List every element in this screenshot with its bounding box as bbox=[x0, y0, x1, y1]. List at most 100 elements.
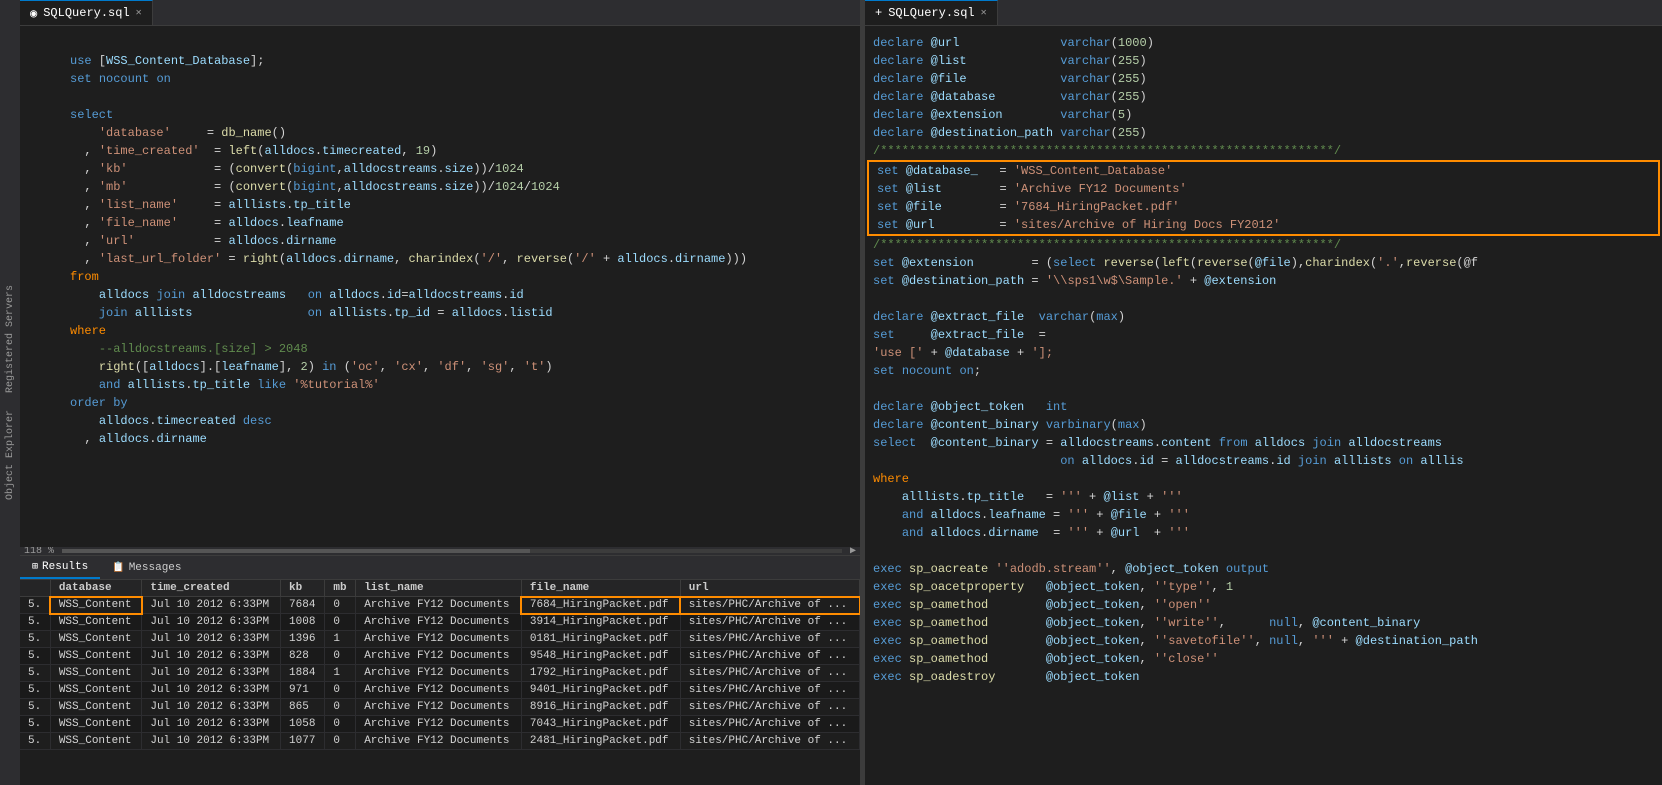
code-line: exec sp_oacetproperty @object_token, ''t… bbox=[865, 578, 1662, 596]
right-tab-pin: + bbox=[875, 6, 882, 20]
code-line: declare @extension varchar(5) bbox=[865, 106, 1662, 124]
code-line: and alllists.tp_title like '%tutorial%' bbox=[20, 376, 860, 394]
table-row[interactable]: 5.WSS_ContentJul 10 2012 6:33PM10580Arch… bbox=[20, 716, 860, 733]
code-line: declare @file varchar(255) bbox=[865, 70, 1662, 88]
code-line: , 'url' = alldocs.dirname bbox=[20, 232, 860, 250]
code-line: right([alldocs].[leafname], 2) in ('oc',… bbox=[20, 358, 860, 376]
table-row[interactable]: 5.WSS_ContentJul 10 2012 6:33PM9710Archi… bbox=[20, 682, 860, 699]
left-code-area[interactable]: use [WSS_Content_Database]; set nocount … bbox=[20, 26, 860, 547]
results-table-wrapper[interactable]: database time_created kb mb list_name fi… bbox=[20, 580, 860, 785]
right-pane: + SQLQuery.sql ✕ declare @url varchar(10… bbox=[865, 0, 1662, 785]
left-code-wrapper: use [WSS_Content_Database]; set nocount … bbox=[20, 26, 860, 555]
main-container: Registered Servers Object Explorer ◉ SQL… bbox=[0, 0, 1662, 785]
left-tab-label: SQLQuery.sql bbox=[43, 6, 129, 20]
code-line: where bbox=[865, 470, 1662, 488]
code-line bbox=[865, 290, 1662, 308]
code-line: declare @destination_path varchar(255) bbox=[865, 124, 1662, 142]
code-line: and alldocs.dirname = ''' + @url + ''' bbox=[865, 524, 1662, 542]
left-tab-active[interactable]: ◉ SQLQuery.sql ✕ bbox=[20, 0, 153, 25]
right-tab-close[interactable]: ✕ bbox=[981, 7, 987, 19]
code-line: , 'kb' = (convert(bigint,alldocstreams.s… bbox=[20, 160, 860, 178]
col-rownum bbox=[20, 580, 50, 597]
code-line: set @file = '7684_HiringPacket.pdf' bbox=[869, 198, 1658, 216]
code-line: declare @list varchar(255) bbox=[865, 52, 1662, 70]
col-database: database bbox=[50, 580, 142, 597]
table-row[interactable]: 5.WSS_ContentJul 10 2012 6:33PM13961Arch… bbox=[20, 631, 860, 648]
col-kb: kb bbox=[281, 580, 325, 597]
results-table: database time_created kb mb list_name fi… bbox=[20, 580, 860, 750]
code-line: declare @database varchar(255) bbox=[865, 88, 1662, 106]
tab-pin-icon: ◉ bbox=[30, 6, 37, 21]
table-row[interactable]: 5.WSS_ContentJul 10 2012 6:33PM18841Arch… bbox=[20, 665, 860, 682]
code-line bbox=[20, 88, 860, 106]
code-line: set nocount on bbox=[20, 70, 860, 88]
code-line: use [WSS_Content_Database]; bbox=[20, 52, 860, 70]
highlight-box-right: set @database_ = 'WSS_Content_Database' … bbox=[867, 160, 1660, 236]
code-line: --alldocstreams.[size] > 2048 bbox=[20, 340, 860, 358]
code-line: , 'time_created' = left(alldocs.timecrea… bbox=[20, 142, 860, 160]
table-row[interactable]: 5.WSS_ContentJul 10 2012 6:33PM8280Archi… bbox=[20, 648, 860, 665]
code-line: set @destination_path = '\\sps1\w$\Sampl… bbox=[865, 272, 1662, 290]
code-line: set @url = 'sites/Archive of Hiring Docs… bbox=[869, 216, 1658, 234]
code-line: alldocs join alldocstreams on alldocs.id… bbox=[20, 286, 860, 304]
code-line: declare @content_binary varbinary(max) bbox=[865, 416, 1662, 434]
col-url: url bbox=[680, 580, 859, 597]
code-line: , alldocs.dirname bbox=[20, 430, 860, 448]
left-sidebar: Registered Servers Object Explorer bbox=[0, 0, 20, 785]
right-tab-label: SQLQuery.sql bbox=[888, 6, 974, 20]
code-line: set @extract_file = bbox=[865, 326, 1662, 344]
code-line: exec sp_oacreate ''adodb.stream'', @obje… bbox=[865, 560, 1662, 578]
code-line: exec sp_oamethod @object_token, ''open'' bbox=[865, 596, 1662, 614]
code-line bbox=[865, 380, 1662, 398]
results-icon: ⊞ bbox=[32, 561, 38, 573]
code-line: 'database' = db_name() bbox=[20, 124, 860, 142]
code-line: exec sp_oamethod @object_token, ''saveto… bbox=[865, 632, 1662, 650]
table-row[interactable]: 5.WSS_ContentJul 10 2012 6:33PM10080Arch… bbox=[20, 614, 860, 631]
table-row[interactable]: 5.WSS_ContentJul 10 2012 6:33PM10770Arch… bbox=[20, 733, 860, 750]
code-line: set @extension = (select reverse(left(re… bbox=[865, 254, 1662, 272]
left-tab-close[interactable]: ✕ bbox=[136, 7, 142, 19]
code-line: set nocount on; bbox=[865, 362, 1662, 380]
code-line: declare @extract_file varchar(max) bbox=[865, 308, 1662, 326]
code-line: , 'list_name' = alllists.tp_title bbox=[20, 196, 860, 214]
code-line: , 'file_name' = alldocs.leafname bbox=[20, 214, 860, 232]
code-line: exec sp_oamethod @object_token, ''write'… bbox=[865, 614, 1662, 632]
left-pane: ◉ SQLQuery.sql ✕ use [WSS_Content_Databa… bbox=[20, 0, 860, 785]
registered-servers-tab[interactable]: Registered Servers bbox=[3, 281, 18, 397]
code-line bbox=[20, 34, 860, 52]
table-row[interactable]: 5.WSS_ContentJul 10 2012 6:33PM8650Archi… bbox=[20, 699, 860, 716]
col-list-name: list_name bbox=[356, 580, 522, 597]
code-line: declare @object_token int bbox=[865, 398, 1662, 416]
code-line: set @list = 'Archive FY12 Documents' bbox=[869, 180, 1658, 198]
code-line: join alllists on alllists.tp_id = alldoc… bbox=[20, 304, 860, 322]
horizontal-scrollbar[interactable] bbox=[62, 549, 842, 553]
code-line: , 'last_url_folder' = right(alldocs.dirn… bbox=[20, 250, 860, 268]
code-line: 'use [' + @database + ']; bbox=[865, 344, 1662, 362]
code-line: select bbox=[20, 106, 860, 124]
table-header-row: database time_created kb mb list_name fi… bbox=[20, 580, 860, 597]
code-line: exec sp_oadestroy @object_token bbox=[865, 668, 1662, 686]
code-line: set @database_ = 'WSS_Content_Database' bbox=[869, 162, 1658, 180]
right-tab-active[interactable]: + SQLQuery.sql ✕ bbox=[865, 0, 998, 25]
left-tab-bar: ◉ SQLQuery.sql ✕ bbox=[20, 0, 860, 26]
col-file-name: file_name bbox=[521, 580, 680, 597]
results-tabs: ⊞ Results 📋 Messages bbox=[20, 556, 860, 580]
code-line: , 'mb' = (convert(bigint,alldocstreams.s… bbox=[20, 178, 860, 196]
col-time-created: time_created bbox=[142, 580, 281, 597]
right-tab-bar: + SQLQuery.sql ✕ bbox=[865, 0, 1662, 26]
code-line: exec sp_oamethod @object_token, ''close'… bbox=[865, 650, 1662, 668]
code-line-where: where bbox=[20, 322, 860, 340]
table-row[interactable]: 5.WSS_ContentJul 10 2012 6:33PM76840Arch… bbox=[20, 597, 860, 614]
results-tab[interactable]: ⊞ Results bbox=[20, 556, 100, 579]
code-line: order by bbox=[20, 394, 860, 412]
object-explorer-tab[interactable]: Object Explorer bbox=[3, 406, 18, 504]
code-line: and alldocs.leafname = ''' + @file + ''' bbox=[865, 506, 1662, 524]
code-line: /***************************************… bbox=[865, 142, 1662, 160]
code-line: alllists.tp_title = ''' + @list + ''' bbox=[865, 488, 1662, 506]
results-panel: ⊞ Results 📋 Messages database time_creat… bbox=[20, 555, 860, 785]
code-line: select @content_binary = alldocstreams.c… bbox=[865, 434, 1662, 452]
right-code-area[interactable]: declare @url varchar(1000) declare @list… bbox=[865, 26, 1662, 785]
code-line: on alldocs.id = alldocstreams.id join al… bbox=[865, 452, 1662, 470]
code-line: /***************************************… bbox=[865, 236, 1662, 254]
messages-tab[interactable]: 📋 Messages bbox=[100, 556, 193, 579]
